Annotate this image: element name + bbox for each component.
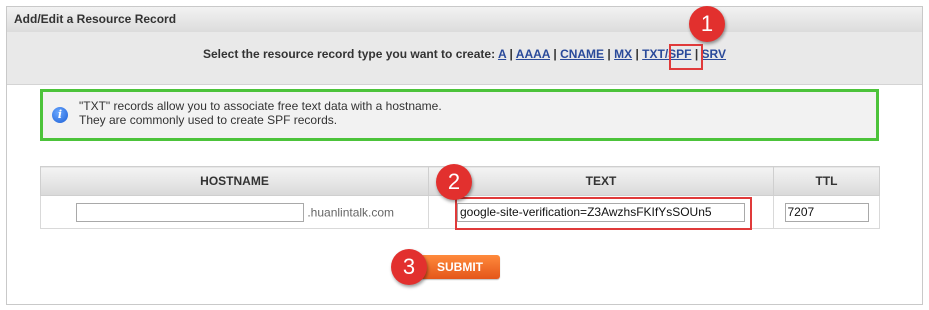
- callout-badge-2: 2: [436, 164, 472, 200]
- submit-button[interactable]: SUBMIT: [420, 255, 500, 279]
- record-type-link-srv[interactable]: SRV: [702, 47, 726, 61]
- highlight-txt-spf: [669, 44, 703, 70]
- header-ttl: TTL: [773, 166, 880, 196]
- ttl-input[interactable]: [784, 202, 869, 222]
- hostname-cell: .huanlintalk.com: [40, 195, 429, 229]
- panel-title: Add/Edit a Resource Record: [14, 12, 177, 26]
- info-text: "TXT" records allow you to associate fre…: [79, 99, 442, 127]
- hostname-input[interactable]: [76, 202, 304, 222]
- record-type-bar: Select the resource record type you want…: [7, 32, 922, 85]
- record-type-selector: Select the resource record type you want…: [7, 47, 922, 61]
- separator: |: [607, 47, 611, 61]
- record-type-link-aaaa[interactable]: AAAA: [516, 47, 550, 61]
- ttl-cell: [773, 195, 880, 229]
- callout-badge-1: 1: [689, 6, 725, 42]
- record-type-link-a[interactable]: A: [498, 47, 506, 61]
- info-line-1: "TXT" records allow you to associate fre…: [79, 99, 442, 113]
- record-type-prompt: Select the resource record type you want…: [202, 47, 496, 61]
- info-line-2: They are commonly used to create SPF rec…: [79, 113, 338, 127]
- highlight-text-input: [455, 197, 752, 230]
- separator: |: [553, 47, 557, 61]
- header-text: TEXT: [428, 166, 774, 196]
- panel-header: Add/Edit a Resource Record: [7, 7, 922, 33]
- info-icon: i: [52, 107, 68, 123]
- header-hostname: HOSTNAME: [40, 166, 429, 196]
- record-type-link-cname[interactable]: CNAME: [560, 47, 604, 61]
- separator: |: [635, 47, 639, 61]
- hostname-suffix: .huanlintalk.com: [307, 205, 395, 219]
- info-message-box: i "TXT" records allow you to associate f…: [40, 89, 879, 141]
- record-type-link-mx[interactable]: MX: [614, 47, 632, 61]
- separator: |: [509, 47, 513, 61]
- callout-badge-3: 3: [391, 249, 427, 285]
